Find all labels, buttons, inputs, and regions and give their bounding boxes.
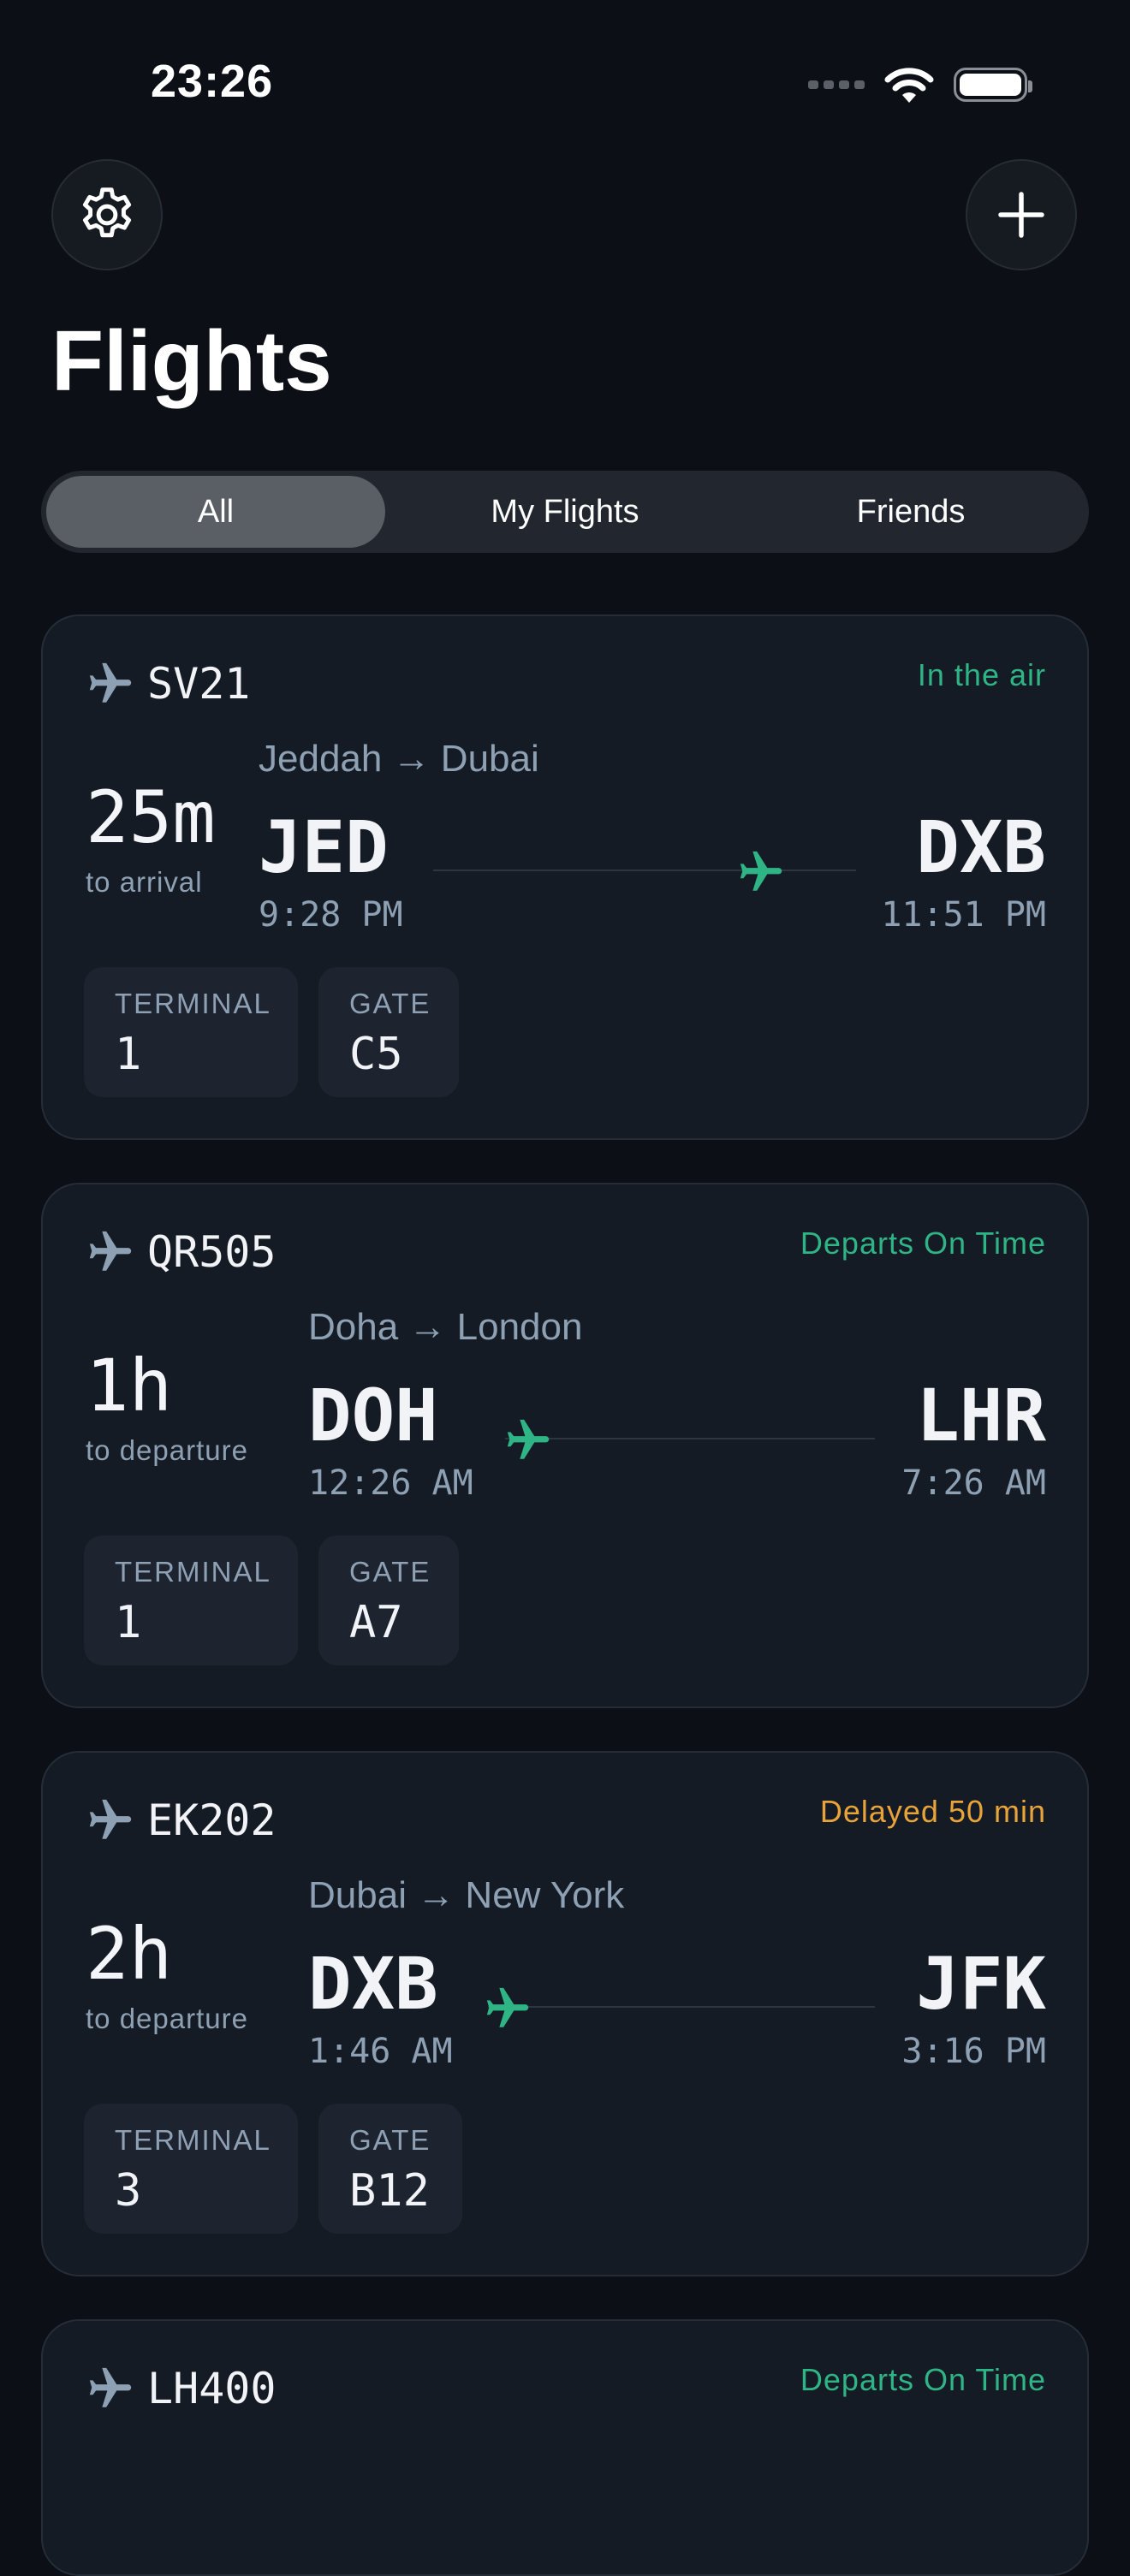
countdown-label: to departure — [86, 2003, 248, 2034]
settings-button[interactable] — [51, 159, 163, 270]
battery-icon — [954, 68, 1032, 102]
arrival-airport-code: DXB — [916, 805, 1046, 889]
gate-chip: GATE B12 — [318, 2104, 462, 2234]
countdown-value: 2h — [86, 1912, 173, 1996]
airplane-icon — [89, 1231, 132, 1271]
terminal-chip: TERMINAL 1 — [84, 967, 298, 1097]
departure-airport-code: DOH — [308, 1374, 438, 1457]
arrival-time: 7:26 AM — [901, 1463, 1046, 1503]
airplane-icon — [89, 2367, 132, 2407]
terminal-label: TERMINAL — [115, 988, 271, 1019]
flight-status: Departs On Time — [800, 2362, 1046, 2397]
terminal-value: 1 — [115, 1597, 142, 1648]
flight-number: EK202 — [147, 1795, 277, 1845]
flight-card[interactable]: SV21 In the air 25m to arrival Jeddah → … — [41, 614, 1089, 1140]
arrival-airport-code: JFK — [916, 1942, 1046, 2026]
plus-icon — [998, 192, 1044, 238]
gate-label: GATE — [349, 1556, 431, 1588]
flight-progress-track — [488, 2006, 875, 2008]
tab-friends[interactable]: Friends — [740, 476, 1082, 548]
departure-airport-code: DXB — [308, 1942, 438, 2026]
gate-value: A7 — [349, 1597, 403, 1648]
flight-progress-track — [433, 870, 856, 871]
flight-filter-segmented-control: All My Flights Friends — [41, 471, 1089, 553]
cellular-signal-icon — [808, 80, 865, 89]
flight-card[interactable]: QR505 Departs On Time 1h to departure Do… — [41, 1183, 1089, 1708]
airplane-progress-icon — [486, 1987, 529, 2027]
terminal-value: 1 — [115, 1029, 142, 1080]
countdown-label: to departure — [86, 1434, 248, 1466]
status-bar-icons — [808, 65, 1032, 104]
terminal-label: TERMINAL — [115, 2124, 271, 2156]
gear-icon — [82, 187, 132, 238]
route-label: Jeddah → Dubai — [259, 738, 539, 780]
tab-my-flights[interactable]: My Flights — [394, 476, 736, 548]
airplane-icon — [89, 662, 132, 703]
departure-time: 12:26 AM — [308, 1463, 473, 1503]
terminal-chip: TERMINAL 1 — [84, 1535, 298, 1665]
gate-value: B12 — [349, 2165, 430, 2217]
countdown-value: 1h — [86, 1344, 173, 1427]
gate-label: GATE — [349, 988, 431, 1019]
flight-card[interactable]: LH400 Departs On Time — [41, 2319, 1089, 2576]
page-title: Flights — [51, 313, 332, 409]
arrival-time: 3:16 PM — [901, 2032, 1046, 2071]
airplane-progress-icon — [740, 851, 782, 891]
flight-status: Delayed 50 min — [819, 1794, 1046, 1829]
terminal-chip: TERMINAL 3 — [84, 2104, 298, 2234]
wifi-icon — [884, 68, 934, 103]
gate-chip: GATE A7 — [318, 1535, 459, 1665]
flight-status: Departs On Time — [800, 1226, 1046, 1261]
add-flight-button[interactable] — [966, 159, 1077, 270]
route-label: Doha → London — [308, 1306, 583, 1348]
countdown-label: to arrival — [86, 866, 203, 898]
flight-progress-track — [505, 1438, 875, 1439]
airplane-progress-icon — [507, 1419, 550, 1459]
route-label: Dubai → New York — [308, 1874, 625, 1916]
gate-label: GATE — [349, 2124, 431, 2156]
flight-number: QR505 — [147, 1227, 277, 1277]
arrival-time: 11:51 PM — [881, 895, 1046, 935]
airplane-icon — [89, 1799, 132, 1839]
gate-chip: GATE C5 — [318, 967, 459, 1097]
status-bar-time: 23:26 — [151, 56, 274, 107]
terminal-label: TERMINAL — [115, 1556, 271, 1588]
departure-airport-code: JED — [259, 805, 389, 889]
terminal-value: 3 — [115, 2165, 142, 2217]
arrival-airport-code: LHR — [916, 1374, 1046, 1457]
flight-status: In the air — [917, 657, 1046, 692]
gate-value: C5 — [349, 1029, 403, 1080]
tab-all[interactable]: All — [46, 476, 385, 548]
departure-time: 1:46 AM — [308, 2032, 453, 2071]
departure-time: 9:28 PM — [259, 895, 403, 935]
countdown-value: 25m — [86, 775, 216, 859]
flight-number: LH400 — [147, 2364, 277, 2413]
flight-card[interactable]: EK202 Delayed 50 min 2h to departure Dub… — [41, 1751, 1089, 2276]
flight-number: SV21 — [147, 659, 251, 709]
